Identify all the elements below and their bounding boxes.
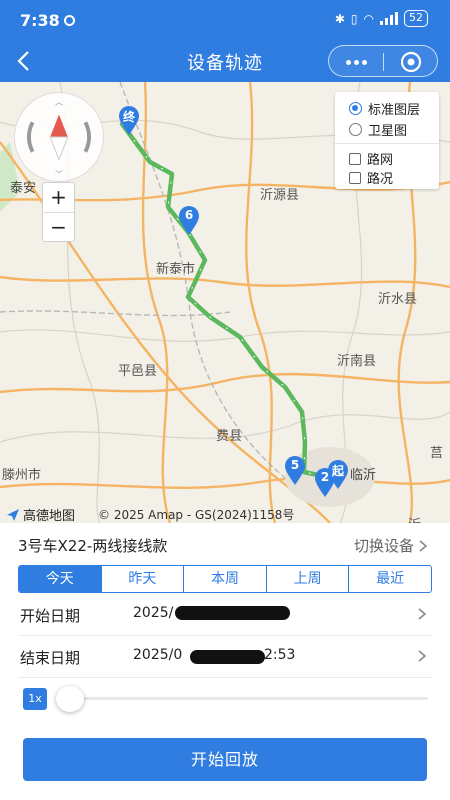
start-playback-button[interactable]: 开始回放 [23, 738, 427, 781]
start-date-label: 开始日期 [20, 607, 81, 625]
route-marker-6[interactable]: 6 [178, 206, 200, 236]
place-label: 沂 [408, 514, 421, 523]
place-label: 莒 [430, 446, 444, 461]
layer-satellite-option[interactable]: 卫星图 [349, 120, 407, 139]
amap-logo-icon [7, 508, 19, 521]
place-label: 滕州市 [2, 468, 42, 483]
place-label: 泰安 [10, 181, 37, 196]
layer-satellite-label: 卫星图 [368, 124, 408, 139]
amap-logo-text: 高德地图 [23, 509, 76, 523]
checkbox-icon[interactable] [349, 152, 361, 165]
mini-program-capsule [328, 45, 438, 77]
chevron-right-icon [418, 608, 427, 620]
bluetooth-icon: ✱ [334, 11, 345, 26]
layer-standard-label: 标准图层 [368, 103, 421, 118]
start-marker[interactable]: 起 [327, 460, 349, 490]
map-copyright: © 2025 Amap - GS(2024)1158号 [98, 508, 295, 522]
status-icons: ✱ ▯ ◠ 52 [335, 10, 428, 27]
tab-this-week[interactable]: 本周 [183, 566, 266, 592]
wifi-icon: ◠ [363, 11, 374, 26]
start-date-row[interactable]: 开始日期 2025/ [18, 594, 432, 636]
start-marker-label: 起 [331, 464, 344, 478]
tab-last-week[interactable]: 上周 [265, 566, 349, 592]
layer-roads-label: 路网 [367, 153, 394, 168]
svg-text:︿: ︿ [55, 98, 63, 107]
zoom-control: + − [42, 182, 75, 242]
place-label: 临沂 [350, 468, 377, 483]
slider-track[interactable] [68, 697, 428, 700]
end-date-row[interactable]: 结束日期 2025/0 2:53 [18, 636, 432, 678]
slider-thumb[interactable] [56, 686, 84, 712]
target-icon[interactable] [384, 46, 438, 78]
end-date-value-tail: 2:53 [264, 647, 296, 663]
playback-slider: 1x [18, 684, 432, 714]
battery-icon: 52 [404, 10, 428, 27]
layer-roads-option[interactable]: 路网 [349, 149, 393, 168]
amap-logo: 高德地图 [6, 505, 75, 523]
signal-icon [380, 12, 398, 25]
layer-standard-option[interactable]: 标准图层 [349, 99, 420, 118]
more-dots-icon[interactable] [329, 46, 383, 78]
svg-text:﹀: ﹀ [55, 170, 63, 179]
end-marker[interactable]: 终 [118, 106, 140, 136]
page-header: 设备轨迹 [0, 40, 450, 82]
place-label: 沂南县 [337, 354, 377, 369]
place-label: 新泰市 [156, 262, 196, 277]
radio-checked-icon[interactable] [349, 102, 362, 115]
layer-panel: 标准图层 卫星图 路网 路况 [335, 92, 439, 189]
route-marker-5[interactable]: 5 [284, 456, 306, 486]
place-label: 平邑县 [118, 364, 158, 379]
vibrate-icon: ▯ [350, 11, 358, 26]
device-row: 3号车X22-两线接线款 切换设备 [0, 530, 450, 560]
tab-recent[interactable]: 最近 [348, 566, 431, 592]
zoom-out-button[interactable]: − [43, 213, 74, 243]
zoom-in-button[interactable]: + [43, 183, 74, 213]
start-date-value: 2025/ [133, 605, 174, 621]
tab-yesterday[interactable]: 昨天 [100, 566, 184, 592]
place-label: 费县 [216, 429, 243, 444]
speed-button[interactable]: 1x [23, 688, 47, 710]
chevron-right-icon [419, 539, 428, 552]
top-bar: 7:38 ✱ ▯ ◠ 52 设备轨迹 [0, 0, 450, 82]
marker-label: 5 [290, 458, 300, 472]
switch-device-label: 切换设备 [353, 537, 414, 555]
checkbox-icon[interactable] [349, 171, 361, 184]
place-label: 沂水县 [378, 292, 418, 307]
switch-device-button[interactable]: 切换设备 [354, 535, 428, 556]
layer-traffic-label: 路况 [367, 172, 394, 187]
status-bar: 7:38 ✱ ▯ ◠ 52 [0, 0, 450, 40]
map-view[interactable]: 泰安 沂源县 新泰市 沂水县 沂南县 平邑县 费县 滕州市 临沂 莒 沂 ︿ ﹀… [0, 82, 450, 523]
device-name: 3号车X22-两线接线款 [18, 537, 168, 555]
marker-label: 6 [184, 208, 194, 222]
tab-today[interactable]: 今天 [19, 566, 101, 592]
layer-traffic-option[interactable]: 路况 [349, 168, 393, 187]
chevron-right-icon [418, 650, 427, 662]
redaction-mark [190, 650, 265, 664]
compass-icon[interactable]: ︿ ﹀ [14, 92, 104, 182]
end-date-value: 2025/0 [133, 647, 183, 663]
period-tabs: 今天 昨天 本周 上周 最近 [18, 565, 432, 593]
redaction-mark [175, 606, 290, 620]
place-label: 沂源县 [260, 188, 300, 203]
end-date-label: 结束日期 [20, 649, 81, 667]
end-marker-label: 终 [122, 110, 135, 124]
radio-unchecked-icon[interactable] [349, 123, 362, 136]
notification-icon [64, 15, 75, 26]
status-time: 7:38 [20, 11, 60, 30]
layer-divider [335, 143, 439, 144]
